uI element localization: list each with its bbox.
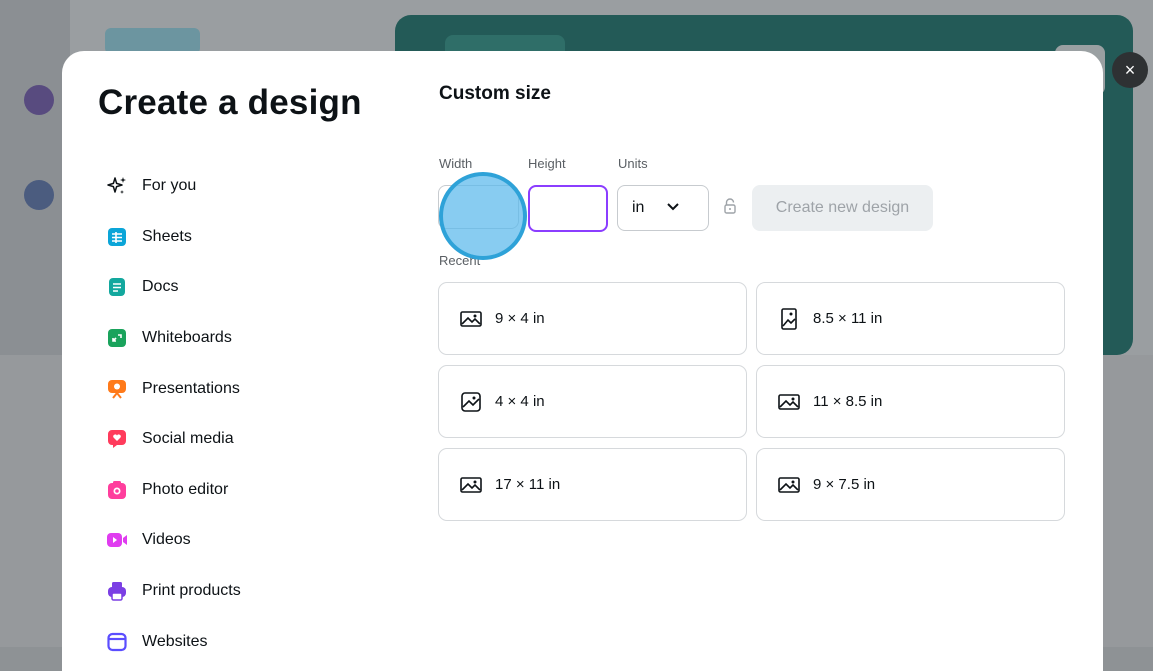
- units-label: Units: [618, 156, 648, 171]
- landscape-image-icon: [777, 473, 801, 497]
- nav-item-docs[interactable]: Docs: [106, 262, 386, 313]
- units-dropdown[interactable]: in: [617, 185, 709, 231]
- recent-size-card[interactable]: 9 × 7.5 in: [756, 448, 1065, 521]
- nav-item-print-products[interactable]: Print products: [106, 566, 386, 617]
- close-icon: ×: [1124, 59, 1136, 80]
- recent-size-label: 8.5 × 11 in: [813, 310, 883, 327]
- websites-icon: [106, 631, 128, 653]
- nav-item-for-you[interactable]: For you: [106, 161, 386, 212]
- height-input[interactable]: [528, 185, 608, 232]
- lock-aspect-ratio-icon[interactable]: [722, 197, 738, 215]
- nav-label: Print products: [142, 582, 241, 600]
- nav-label: Photo editor: [142, 480, 229, 498]
- close-button[interactable]: ×: [1112, 52, 1148, 88]
- design-type-nav: For you Sheets Docs Whiteboards Presenta…: [106, 161, 386, 667]
- nav-item-presentations[interactable]: Presentations: [106, 363, 386, 414]
- nav-label: For you: [142, 177, 197, 195]
- photo-editor-icon: [106, 479, 128, 501]
- nav-label: Whiteboards: [142, 329, 232, 347]
- recent-label: Recent: [439, 253, 481, 268]
- sheets-icon: [106, 226, 128, 248]
- nav-item-whiteboards[interactable]: Whiteboards: [106, 313, 386, 364]
- social-media-icon: [106, 428, 128, 450]
- landscape-image-icon: [777, 390, 801, 414]
- nav-label: Websites: [142, 632, 208, 650]
- nav-label: Docs: [142, 278, 179, 296]
- height-label: Height: [528, 156, 566, 171]
- recent-size-label: 4 × 4 in: [495, 393, 545, 410]
- chevron-down-icon: [666, 199, 680, 217]
- create-new-design-button[interactable]: Create new design: [752, 185, 933, 231]
- recent-size-card[interactable]: 8.5 × 11 in: [756, 282, 1065, 355]
- units-value: in: [632, 199, 645, 216]
- recent-size-card[interactable]: 11 × 8.5 in: [756, 365, 1065, 438]
- nav-label: Videos: [142, 531, 191, 549]
- landscape-image-icon: [459, 307, 483, 331]
- nav-label: Presentations: [142, 379, 240, 397]
- nav-item-social-media[interactable]: Social media: [106, 414, 386, 465]
- recent-size-label: 9 × 7.5 in: [813, 476, 876, 493]
- recent-size-label: 17 × 11 in: [495, 476, 561, 493]
- modal-title: Create a design: [98, 83, 362, 122]
- sparkles-icon: [106, 175, 128, 197]
- whiteboards-icon: [106, 327, 128, 349]
- recent-size-label: 9 × 4 in: [495, 310, 545, 327]
- width-input[interactable]: [438, 185, 519, 229]
- nav-item-websites[interactable]: Websites: [106, 616, 386, 667]
- width-label: Width: [439, 156, 473, 171]
- nav-label: Sheets: [142, 227, 192, 245]
- nav-item-videos[interactable]: Videos: [106, 515, 386, 566]
- landscape-image-icon: [459, 473, 483, 497]
- create-design-modal: Create a design For you Sheets Docs Whit…: [62, 51, 1103, 671]
- portrait-image-icon: [777, 307, 801, 331]
- recent-size-card[interactable]: 4 × 4 in: [438, 365, 747, 438]
- presentations-icon: [106, 378, 128, 400]
- nav-label: Social media: [142, 430, 234, 448]
- recent-size-card[interactable]: 9 × 4 in: [438, 282, 747, 355]
- docs-icon: [106, 276, 128, 298]
- nav-item-sheets[interactable]: Sheets: [106, 212, 386, 263]
- nav-item-photo-editor[interactable]: Photo editor: [106, 465, 386, 516]
- custom-size-title: Custom size: [439, 83, 551, 104]
- recent-size-label: 11 × 8.5 in: [813, 393, 883, 410]
- videos-icon: [106, 529, 128, 551]
- print-products-icon: [106, 580, 128, 602]
- recent-size-card[interactable]: 17 × 11 in: [438, 448, 747, 521]
- square-image-icon: [459, 390, 483, 414]
